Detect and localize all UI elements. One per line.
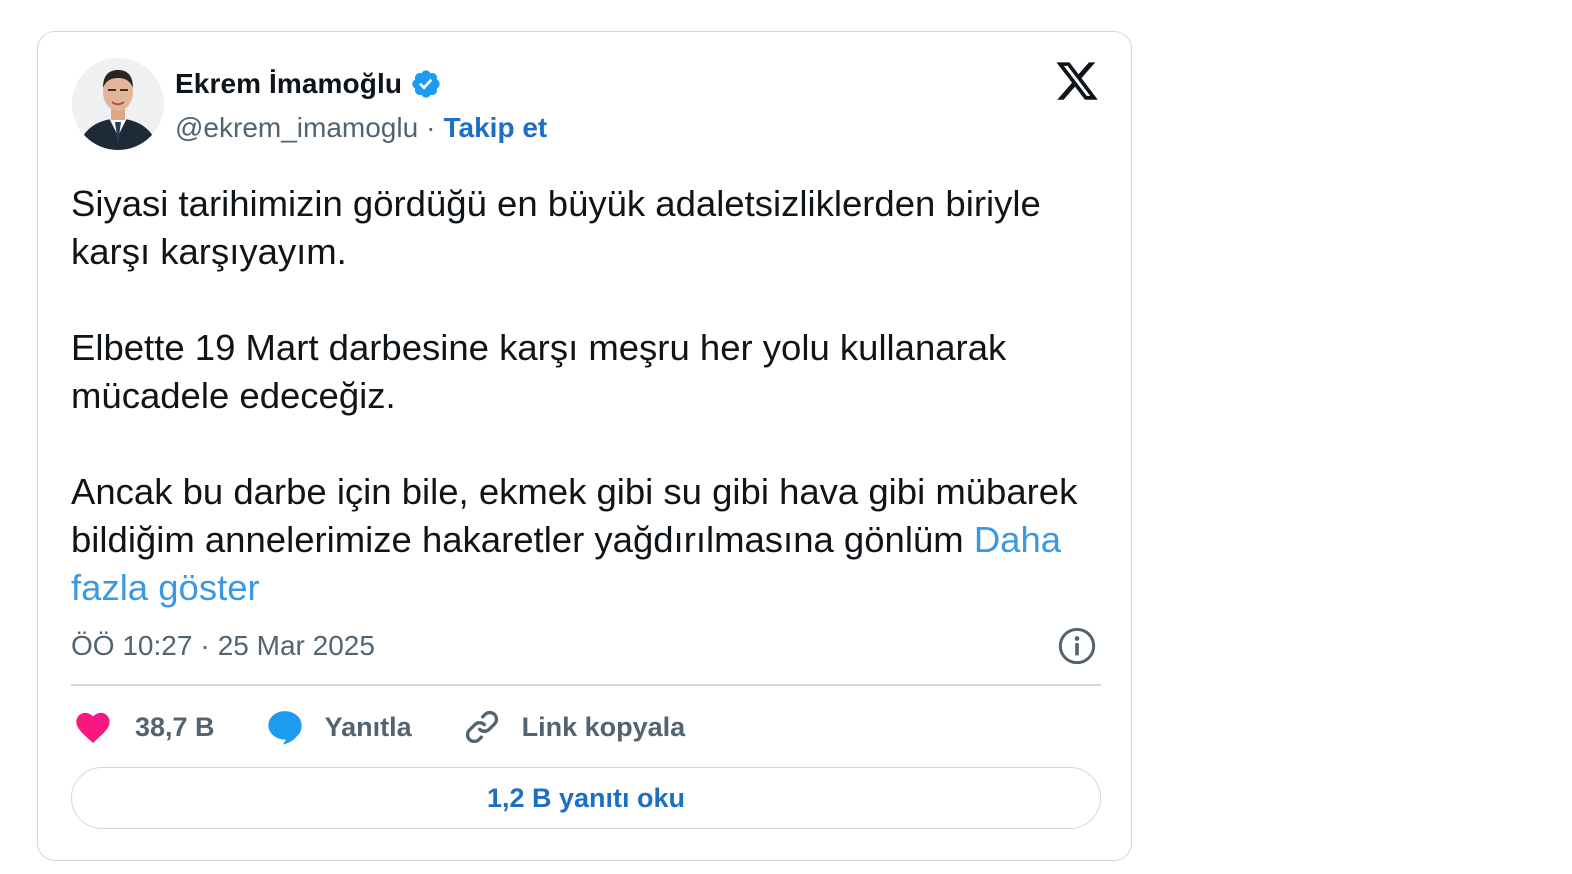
heart-icon [76,712,110,743]
tweet-time: ÖÖ 10:27 [71,630,193,661]
reply-button[interactable]: Yanıtla [263,707,412,747]
x-logo-icon[interactable] [1054,58,1100,104]
verified-badge-icon [412,70,440,98]
tweet-paragraph-text: Ancak bu darbe için bile, ekmek gibi su … [71,471,1078,560]
author-name-row: Ekrem İmamoğlu [175,66,442,102]
reply-label: Yanıtla [324,711,412,742]
author-handle-row: @ekrem_imamoglu · Takip et [175,110,547,146]
action-bar: 38,7 B Yanıtla Link kopyala [71,706,733,748]
tweet-text: Siyasi tarihimizin gördüğü en büyük adal… [71,180,1101,612]
profile-photo [72,58,164,150]
tweet-date: 25 Mar 2025 [217,630,375,661]
info-icon[interactable] [1057,626,1097,666]
tweet-paragraph: Elbette 19 Mart darbesine karşı meşru he… [71,327,1007,416]
copy-link-button[interactable]: Link kopyala [460,707,686,747]
copy-link-label: Link kopyala [521,711,686,742]
like-count: 38,7 B [135,711,215,742]
read-replies-label: 1,2 B yanıtı oku [486,782,686,813]
avatar[interactable] [72,58,164,150]
handle-separator: · [426,112,436,143]
timestamp-separator: · [200,630,210,661]
read-replies-button[interactable]: 1,2 B yanıtı oku [71,767,1101,829]
tweet-timestamp[interactable]: ÖÖ 10:27 · 25 Mar 2025 [71,628,375,664]
divider [71,684,1101,686]
follow-button[interactable]: Takip et [444,112,548,144]
author-handle[interactable]: @ekrem_imamoglu [175,112,418,144]
link-icon [465,710,498,744]
tweet-embed-card: Ekrem İmamoğlu @ekrem_imamoglu · Takip e… [37,31,1132,861]
author-name[interactable]: Ekrem İmamoğlu [175,68,402,100]
tweet-paragraph-last: Ancak bu darbe için bile, ekmek gibi su … [71,468,1101,612]
speech-bubble-icon [267,711,302,745]
tweet-paragraph: Siyasi tarihimizin gördüğü en büyük adal… [71,183,1041,272]
like-button[interactable]: 38,7 B [71,707,215,747]
